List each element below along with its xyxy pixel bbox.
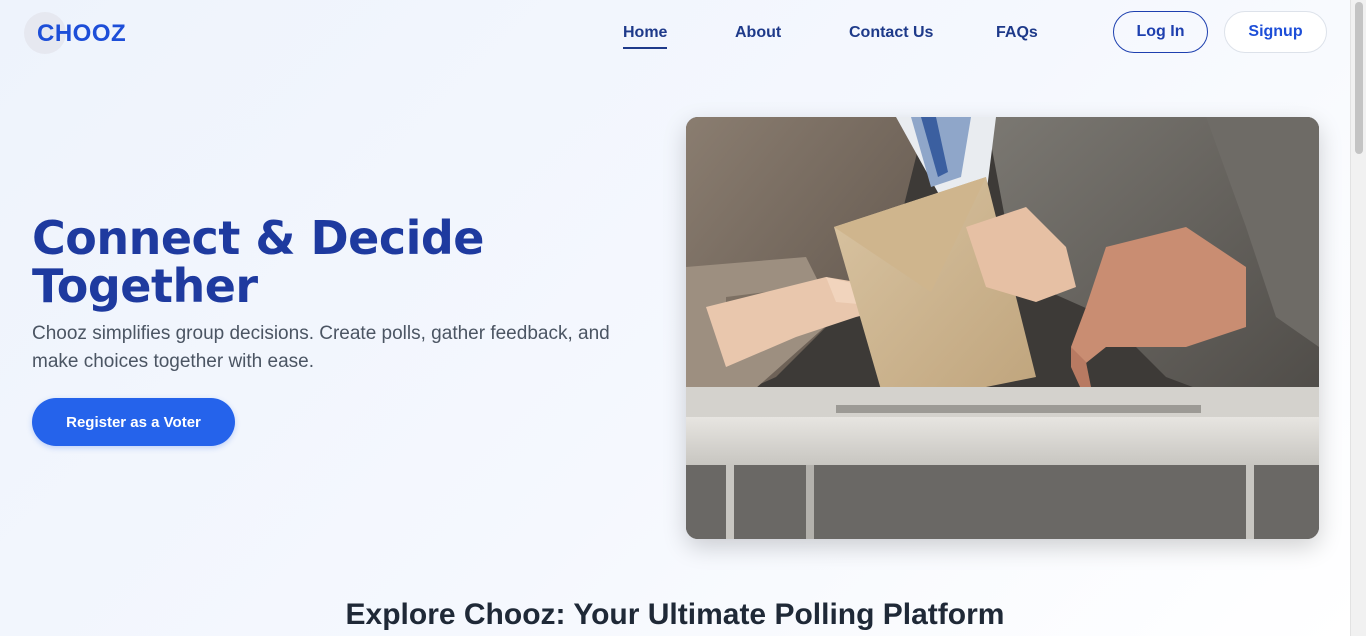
nav-item-home[interactable]: Home [623,23,668,49]
nav-item-faqs[interactable]: FAQs [996,23,1038,43]
login-button[interactable]: Log In [1113,11,1208,53]
ballot-box-photo-icon [686,117,1319,539]
nav-item-contact-us[interactable]: Contact Us [849,23,933,43]
page: CHOOZ Home About Contact Us FAQs Log In … [0,0,1350,636]
scrollbar-thumb[interactable] [1355,2,1363,154]
nav-item-about[interactable]: About [735,23,781,43]
page-scrollbar[interactable] [1350,0,1366,636]
signup-button[interactable]: Signup [1224,11,1327,53]
register-voter-button[interactable]: Register as a Voter [32,398,235,446]
explore-section-title: Explore Chooz: Your Ultimate Polling Pla… [345,598,1005,631]
hero-description: Chooz simplifies group decisions. Create… [32,323,610,372]
brand-logo[interactable]: CHOOZ [37,20,126,48]
hero-title: Connect & Decide Together [32,211,485,313]
hero-image [686,117,1319,539]
